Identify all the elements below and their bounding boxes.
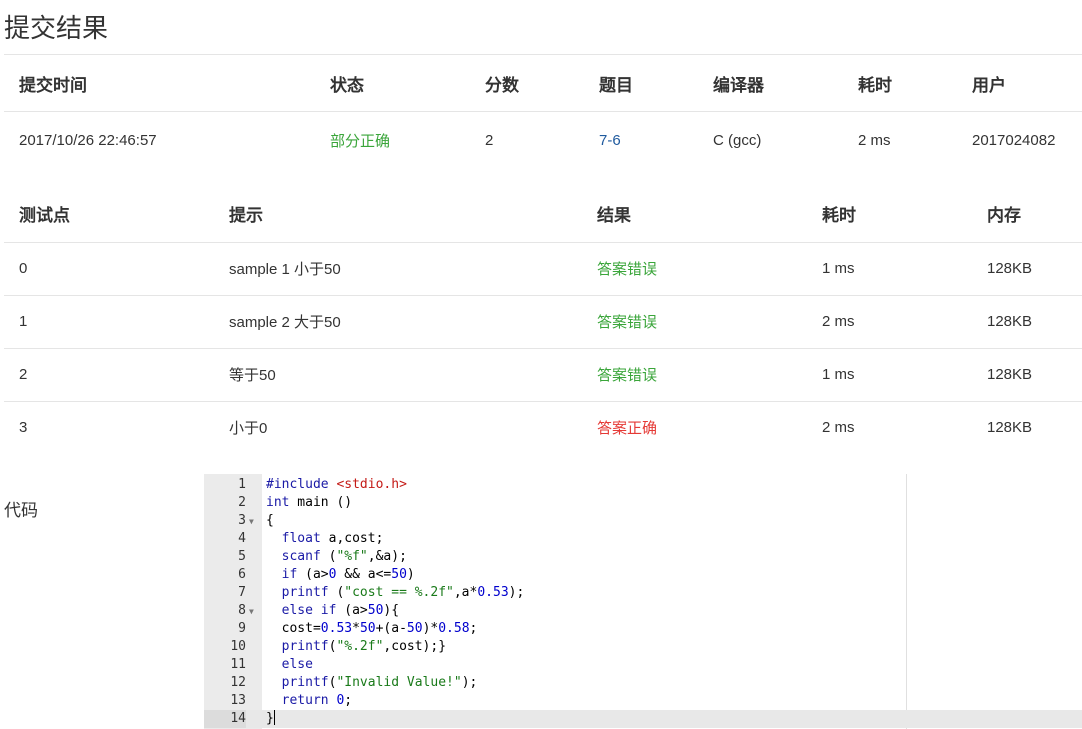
code-text: }: [266, 710, 275, 726]
line-number: 9: [238, 621, 246, 636]
code-line[interactable]: 5 scanf ("%f",&a);: [204, 548, 1082, 566]
case-time: 2 ms: [822, 313, 855, 330]
user-value: 2017024082: [972, 131, 1056, 149]
line-number: 3: [238, 513, 246, 528]
header-hint: 提示: [229, 205, 263, 225]
code-line[interactable]: 3 ▼ {: [204, 512, 1082, 530]
code-line[interactable]: 4 float a,cost;: [204, 530, 1082, 548]
case-id: 0: [19, 260, 28, 277]
code-text: printf("%.2f",cost);}: [281, 639, 447, 654]
code-text: else if (a>50){: [281, 603, 400, 618]
elapsed-value: 2 ms: [858, 131, 891, 149]
code-line[interactable]: 7 printf ("cost == %.2f",a*0.53);: [204, 584, 1082, 602]
line-number: 6: [238, 567, 246, 582]
submit-time: 2017/10/26 22:46:57: [19, 131, 157, 149]
case-id: 3: [19, 419, 28, 437]
code-line[interactable]: 6 if (a>0 && a<=50): [204, 566, 1082, 584]
code-text: {: [266, 513, 274, 528]
case-hint: 等于50: [229, 367, 276, 384]
code-line[interactable]: 10 printf("%.2f",cost);}: [204, 638, 1082, 656]
code-line[interactable]: 9 cost=0.53*50+(a-50)*0.58;: [204, 620, 1082, 638]
summary-header-row: 提交时间 状态 分数 题目 编译器 耗时 用户: [4, 54, 1082, 112]
case-memory: 128KB: [987, 313, 1033, 330]
fold-arrow-icon[interactable]: ▼: [249, 603, 254, 621]
header-elapsed: 耗时: [858, 75, 892, 95]
line-number: 10: [230, 639, 246, 654]
line-number: 4: [238, 531, 246, 546]
compiler-value: C (gcc): [713, 131, 762, 149]
header-compiler: 编译器: [713, 75, 764, 95]
case-memory: 128KB: [987, 260, 1033, 277]
code-text: if (a>0 && a<=50): [281, 567, 415, 582]
code-line[interactable]: 2 int main (): [204, 494, 1082, 512]
status-badge: 部分正确: [330, 132, 391, 150]
header-problem: 题目: [599, 75, 633, 95]
summary-row: 2017/10/26 22:46:57 部分正确 2 7-6 C (gcc) 2…: [4, 112, 1082, 169]
page-title: 提交结果: [4, 13, 109, 43]
table-row: 3 小于0 答案正确 2 ms 128KB: [4, 401, 1082, 454]
code-line[interactable]: 13 return 0;: [204, 692, 1082, 710]
submission-summary-table: 提交时间 状态 分数 题目 编译器 耗时 用户 2017/10/26 22:46…: [4, 54, 1082, 169]
header-result: 结果: [597, 205, 631, 225]
case-hint: sample 2 大于50: [229, 314, 341, 331]
problem-link[interactable]: 7-6: [599, 132, 621, 149]
line-number: 13: [230, 693, 246, 708]
line-number: 8: [238, 603, 246, 618]
problem-cell: 7-6: [584, 112, 698, 169]
line-number: 12: [230, 675, 246, 690]
code-editor[interactable]: 1 #include <stdio.h> 2 int main () 3 ▼{4 floa…: [204, 474, 1082, 729]
table-row: 0 sample 1 小于50 答案错误 1 ms 128KB: [4, 242, 1082, 295]
header-score: 分数: [485, 75, 519, 95]
line-number: 7: [238, 585, 246, 600]
case-hint: sample 1 小于50: [229, 261, 341, 278]
fold-arrow-icon[interactable]: ▼: [249, 513, 254, 531]
code-label: 代码: [4, 501, 38, 520]
table-row: 1 sample 2 大于50 答案错误 2 ms 128KB: [4, 295, 1082, 348]
line-number: 14: [204, 710, 246, 728]
header-case-id: 测试点: [19, 205, 70, 225]
case-time: 1 ms: [822, 260, 855, 277]
line-number: 1: [238, 477, 246, 492]
code-text: #include <stdio.h>: [266, 477, 407, 492]
code-text: printf("Invalid Value!");: [281, 675, 478, 690]
code-text: int main (): [266, 495, 353, 510]
code-line[interactable]: 11 else: [204, 656, 1082, 674]
header-submit-time: 提交时间: [19, 75, 87, 95]
line-number: 5: [238, 549, 246, 564]
code-text: else: [281, 657, 313, 672]
case-result: 答案错误: [597, 367, 658, 384]
case-hint: 小于0: [229, 420, 268, 438]
code-text: scanf ("%f",&a);: [281, 549, 407, 564]
code-text: printf ("cost == %.2f",a*0.53);: [281, 585, 525, 600]
case-result: 答案错误: [597, 261, 658, 278]
line-number: 2: [238, 495, 246, 510]
code-text: return 0;: [281, 693, 353, 708]
code-line[interactable]: 1 #include <stdio.h>: [204, 476, 1082, 494]
code-line[interactable]: 12 printf("Invalid Value!");: [204, 674, 1082, 692]
case-id: 1: [19, 313, 28, 330]
code-text: float a,cost;: [281, 531, 384, 546]
code-text: cost=0.53*50+(a-50)*0.58;: [266, 621, 478, 636]
case-time: 1 ms: [822, 366, 855, 383]
case-memory: 128KB: [987, 419, 1033, 437]
case-result: 答案正确: [597, 420, 658, 438]
header-user: 用户: [972, 75, 1006, 95]
line-number: 11: [230, 657, 246, 672]
test-cases-table: 测试点 提示 结果 耗时 内存 0 sample 1 小于50 答案错误 1 m…: [4, 185, 1082, 454]
header-status: 状态: [330, 75, 364, 95]
case-result: 答案错误: [597, 314, 658, 331]
cases-header-row: 测试点 提示 结果 耗时 内存: [4, 185, 1082, 242]
score-value: 2: [485, 131, 494, 149]
header-case-time: 耗时: [822, 205, 856, 225]
case-id: 2: [19, 366, 28, 383]
header-memory: 内存: [987, 205, 1021, 225]
text-cursor: [273, 710, 275, 725]
case-time: 2 ms: [822, 419, 855, 437]
code-line[interactable]: 14}: [204, 710, 1082, 728]
code-lines: 1 #include <stdio.h> 2 int main () 3 ▼{4 floa…: [204, 476, 1082, 728]
case-memory: 128KB: [987, 366, 1033, 383]
code-line[interactable]: 8 ▼ else if (a>50){: [204, 602, 1082, 620]
table-row: 2 等于50 答案错误 1 ms 128KB: [4, 348, 1082, 401]
